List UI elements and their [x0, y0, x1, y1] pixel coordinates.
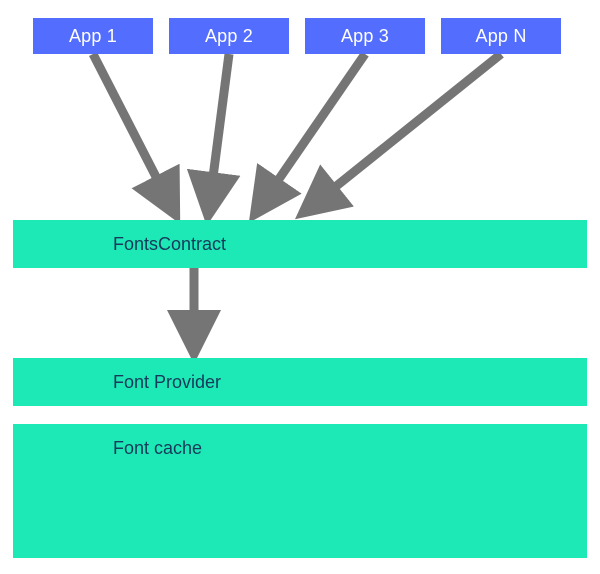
app-label: App 2 [205, 26, 253, 47]
layer-label: Font cache [113, 438, 202, 459]
arrow-app2-to-contract [209, 54, 229, 208]
layer-label: Font Provider [113, 372, 221, 393]
diagram-canvas: App 1 App 2 App 3 App N FontsContract Fo… [0, 0, 600, 574]
arrow-app1-to-contract [93, 54, 172, 208]
layer-label: FontsContract [113, 234, 226, 255]
font-cache-bar: Font cache [13, 424, 587, 472]
arrow-app3-to-contract [259, 54, 365, 208]
app-label: App 3 [341, 26, 389, 47]
app-box-3: App 3 [305, 18, 425, 54]
bottom-green-fill [13, 472, 587, 558]
arrow-appN-to-contract [309, 54, 501, 208]
app-label: App 1 [69, 26, 117, 47]
app-label: App N [475, 26, 526, 47]
fonts-contract-layer: FontsContract [13, 220, 587, 268]
app-box-1: App 1 [33, 18, 153, 54]
app-box-2: App 2 [169, 18, 289, 54]
app-box-n: App N [441, 18, 561, 54]
font-provider-bar: Font Provider [13, 358, 587, 406]
